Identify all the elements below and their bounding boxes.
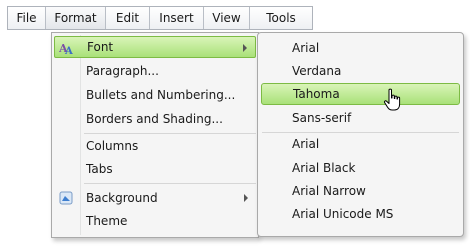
font-item-label: Arial Black [292,161,356,175]
submenu-arrow-icon [243,44,247,52]
menu-item-tabs-label: Tabs [86,162,113,176]
font-item-arial[interactable]: Arial [261,37,460,59]
menu-item-font-label: Font [87,40,114,54]
menu-item-columns[interactable]: Columns [54,135,256,157]
hand-pointer-icon [383,88,403,112]
font-item-label: Arial [292,137,320,151]
submenu-arrow-icon [244,194,248,202]
font-item-arial-narrow[interactable]: Arial Narrow [261,180,460,202]
font-item-label: Arial Narrow [292,184,366,198]
menu-item-theme[interactable]: Theme [54,210,256,232]
font-item-label: Sans-serif [292,111,352,125]
menu-separator [84,133,256,134]
menu-item-theme-label: Theme [86,214,128,228]
menu-tools[interactable]: Tools [250,7,312,29]
menu-item-paragraph[interactable]: Paragraph... [54,60,256,82]
font-item-label: Verdana [292,64,342,78]
menu-insert[interactable]: Insert [150,7,204,29]
font-item-arial[interactable]: Arial [261,133,460,155]
menu-item-paragraph-label: Paragraph... [86,64,159,78]
menu-edit[interactable]: Edit [106,7,150,29]
font-item-label: Tahoma [293,87,340,101]
menu-tools-label: Tools [266,11,296,25]
menu-item-bullets-and-numbering[interactable]: Bullets and Numbering... [54,84,256,106]
font-item-arial-unicode-ms[interactable]: Arial Unicode MS [261,203,460,225]
font-submenu: Arial Verdana Tahoma Sans-serif Arial Ar… [257,32,464,237]
menu-item-borders-and-shading[interactable]: Borders and Shading... [54,108,256,130]
font-item-tahoma[interactable]: Tahoma [261,83,460,105]
menu-item-background-label: Background [86,191,158,205]
menu-edit-label: Edit [115,11,140,25]
menu-separator [84,183,256,184]
menu-format-label: Format [54,11,97,25]
menu-bar: File Format Edit Insert View Tools [7,6,313,30]
menu-item-font[interactable]: A A Font [54,36,256,58]
font-item-sans-serif[interactable]: Sans-serif [261,107,460,129]
font-item-verdana[interactable]: Verdana [261,60,460,82]
font-icon: A A [58,40,75,57]
svg-text:A: A [64,46,73,56]
menu-file[interactable]: File [8,7,46,29]
font-item-label: Arial Unicode MS [292,207,394,221]
menu-item-columns-label: Columns [86,139,139,153]
font-item-arial-black[interactable]: Arial Black [261,157,460,179]
font-item-label: Arial [292,41,320,55]
menu-item-borders-label: Borders and Shading... [86,112,223,126]
format-menu: A A Font Paragraph... Bullets and Number… [51,32,259,238]
menu-view[interactable]: View [204,7,250,29]
menu-format[interactable]: Format [46,7,106,29]
menu-insert-label: Insert [159,11,194,25]
menu-item-bullets-label: Bullets and Numbering... [86,88,236,102]
menu-view-label: View [212,11,241,25]
menu-item-tabs[interactable]: Tabs [54,158,256,180]
background-icon [58,190,74,206]
menu-file-label: File [16,11,37,25]
menu-item-background[interactable]: Background [54,187,256,209]
